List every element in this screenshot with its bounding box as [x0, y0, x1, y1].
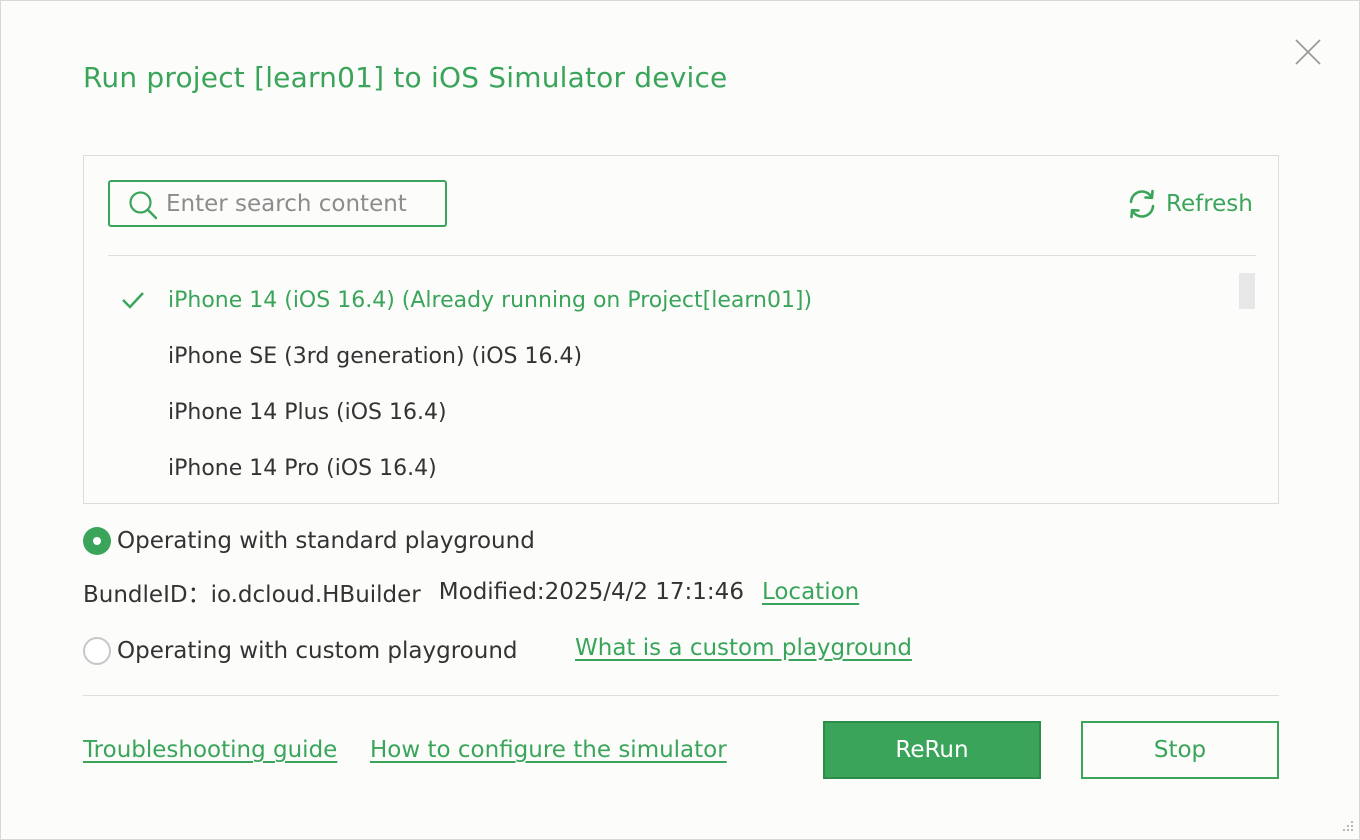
custom-playground-help-link[interactable]: What is a custom playground [575, 633, 912, 663]
device-item[interactable]: iPhone 14 (iOS 16.4) (Already running on… [108, 273, 1218, 329]
search-input[interactable] [166, 188, 436, 220]
checkmark-icon [122, 292, 144, 309]
divider [108, 255, 1256, 256]
radio-custom-playground[interactable] [83, 637, 111, 665]
device-item[interactable]: iPhone 14 Plus (iOS 16.4) [108, 385, 1218, 441]
custom-playground-option[interactable]: Operating with custom playground [83, 635, 518, 667]
stop-button[interactable]: Stop [1081, 721, 1279, 779]
dialog-title: Run project [learn01] to iOS Simulator d… [83, 61, 728, 94]
bundle-info: BundleID：io.dcloud.HBuilder Modified:202… [83, 575, 859, 609]
configure-simulator-link[interactable]: How to configure the simulator [370, 735, 727, 765]
device-label: iPhone 14 Pro (iOS 16.4) [168, 456, 437, 481]
device-item[interactable]: iPhone 14 Pro (iOS 16.4) [108, 441, 1218, 497]
search-icon [129, 191, 158, 220]
device-panel: Refresh iPhone 14 (iOS 16.4) (Already ru… [83, 155, 1279, 504]
location-link[interactable]: Location [762, 579, 859, 605]
device-label: iPhone SE (3rd generation) (iOS 16.4) [168, 344, 583, 369]
modified-time: Modified:2025/4/2 17:1:46 [438, 579, 744, 605]
run-simulator-dialog: Run project [learn01] to iOS Simulator d… [0, 0, 1360, 840]
device-label: iPhone 14 Plus (iOS 16.4) [168, 400, 447, 425]
resize-grip-icon[interactable] [1339, 819, 1355, 835]
troubleshooting-link[interactable]: Troubleshooting guide [83, 735, 337, 765]
device-list: iPhone 14 (iOS 16.4) (Already running on… [108, 273, 1218, 497]
refresh-button[interactable]: Refresh [1126, 186, 1253, 222]
device-item[interactable]: iPhone SE (3rd generation) (iOS 16.4) [108, 329, 1218, 385]
rerun-button[interactable]: ReRun [823, 721, 1041, 779]
bundle-id: BundleID：io.dcloud.HBuilder [83, 582, 421, 608]
custom-playground-label: Operating with custom playground [117, 638, 518, 664]
device-label: iPhone 14 (iOS 16.4) (Already running on… [168, 288, 813, 313]
refresh-label: Refresh [1166, 191, 1253, 217]
radio-standard-playground[interactable] [83, 527, 111, 555]
close-icon[interactable] [1293, 37, 1323, 67]
scrollbar-thumb[interactable] [1239, 273, 1255, 309]
standard-playground-label: Operating with standard playground [117, 528, 535, 554]
refresh-icon [1129, 189, 1155, 219]
search-box[interactable] [108, 180, 447, 227]
standard-playground-option[interactable]: Operating with standard playground [83, 525, 535, 557]
divider [83, 695, 1279, 696]
